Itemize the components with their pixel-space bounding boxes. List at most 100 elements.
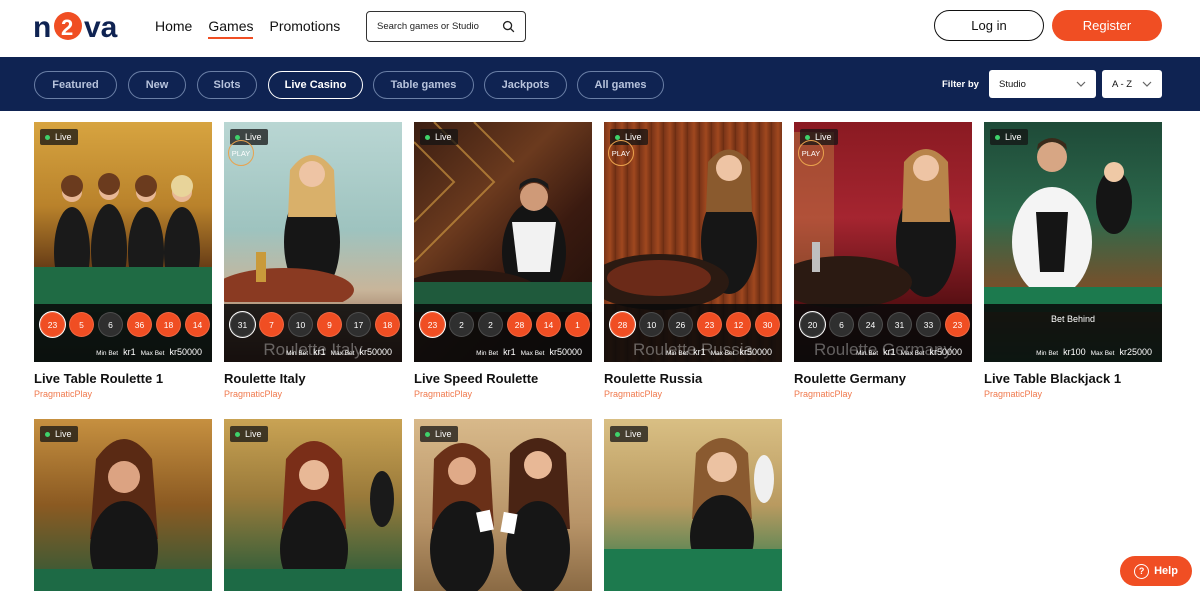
result-ball: 20 [800, 312, 825, 337]
game-thumbnail[interactable]: Live [414, 419, 592, 591]
chip-all-games[interactable]: All games [577, 71, 664, 99]
game-provider: PragmaticPlay [224, 389, 283, 399]
bet-limits: Min Bet kr1 Max Bet kr50000 [286, 347, 392, 357]
game-card[interactable]: Live Bet Behind Min Bet kr100 Max Bet kr250… [984, 122, 1162, 399]
chip-jackpots[interactable]: Jackpots [484, 71, 567, 99]
dealer-image [224, 155, 354, 302]
recent-results: 23 5 6 36 18 14 [40, 312, 210, 337]
svg-text:va: va [84, 11, 118, 44]
game-title[interactable]: Live Speed Roulette [414, 371, 592, 386]
nav-home[interactable]: Home [155, 18, 192, 39]
result-ball: 10 [288, 312, 313, 337]
chip-new[interactable]: New [128, 71, 186, 99]
result-ball: 2 [478, 312, 503, 337]
bet-limits: Min Bet kr1 Max Bet kr50000 [96, 347, 202, 357]
category-filter-bar: Featured New Slots Live Casino Table gam… [0, 57, 1200, 111]
bet-limits: Min Bet kr1 Max Bet kr50000 [476, 347, 582, 357]
chip-featured[interactable]: Featured [34, 71, 117, 99]
game-title[interactable]: Roulette Germany [794, 371, 972, 386]
nav-games[interactable]: Games [208, 18, 254, 39]
game-provider: PragmaticPlay [604, 389, 663, 399]
help-button[interactable]: ? Help [1120, 556, 1192, 586]
search-icon[interactable] [502, 20, 515, 33]
register-button[interactable]: Register [1052, 10, 1162, 41]
login-button[interactable]: Log in [934, 10, 1044, 41]
play-badge: PLAY [608, 140, 634, 166]
nova-logo[interactable]: n 2 va [33, 4, 129, 48]
play-badge: PLAY [228, 140, 254, 166]
game-card[interactable]: Live [224, 419, 402, 591]
game-info-overlay: 28 10 26 23 12 30 Roulette Russia Min Be… [604, 304, 782, 362]
game-info-overlay: 20 6 24 31 33 23 Roulette Germany Min Be… [794, 304, 972, 362]
game-card[interactable]: Live 23 5 6 36 18 14 Min Bet kr1 Max Bet kr… [34, 122, 212, 399]
result-ball: 18 [375, 312, 400, 337]
game-title[interactable]: Roulette Italy [224, 371, 402, 386]
game-provider: PragmaticPlay [34, 389, 93, 399]
result-ball: 23 [697, 312, 722, 337]
game-card[interactable]: Live 23 2 2 28 14 1 Min Bet kr1 Max Bet kr5… [414, 122, 592, 399]
game-card[interactable]: Live PLAY 20 6 24 31 33 23 Roulette Germ… [794, 122, 972, 399]
live-badge: Live [990, 129, 1028, 145]
game-provider: PragmaticPlay [984, 389, 1043, 399]
chip-table-games[interactable]: Table games [373, 71, 474, 99]
recent-results: 31 7 10 9 17 18 [230, 312, 400, 337]
chip-live-casino[interactable]: Live Casino [268, 71, 363, 99]
live-badge: Live [420, 426, 458, 442]
chevron-down-icon [1142, 81, 1152, 87]
result-ball: 23 [420, 312, 445, 337]
result-ball: 9 [317, 312, 342, 337]
help-label: Help [1154, 565, 1178, 577]
game-card[interactable]: Live [604, 419, 782, 591]
result-ball: 23 [40, 312, 65, 337]
search-input[interactable]: Search games or Studio [366, 11, 526, 42]
result-ball: 28 [507, 312, 532, 337]
result-ball: 2 [449, 312, 474, 337]
game-card[interactable]: Live [34, 419, 212, 591]
recent-results: 23 2 2 28 14 1 [420, 312, 590, 337]
game-thumbnail[interactable]: Live 23 2 2 28 14 1 Min Bet kr1 Max Bet kr5… [414, 122, 592, 362]
sort-select-value: A - Z [1112, 78, 1133, 90]
game-thumbnail[interactable]: Live [604, 419, 782, 591]
sort-select[interactable]: A - Z [1102, 70, 1162, 98]
live-badge: Live [420, 129, 458, 145]
game-title[interactable]: Live Table Blackjack 1 [984, 371, 1162, 386]
game-thumbnail[interactable]: Live Bet Behind Min Bet kr100 Max Bet kr250… [984, 122, 1162, 362]
recent-results: 28 10 26 23 12 30 [610, 312, 780, 337]
game-info-overlay: 23 2 2 28 14 1 Min Bet kr1 Max Bet kr50000 [414, 304, 592, 362]
result-ball: 18 [156, 312, 181, 337]
result-ball: 6 [829, 312, 854, 337]
result-ball: 5 [69, 312, 94, 337]
game-thumbnail[interactable]: Live [224, 419, 402, 591]
game-thumbnail[interactable]: Live PLAY 31 7 10 9 17 18 Roulette Italy… [224, 122, 402, 362]
nav-promotions[interactable]: Promotions [269, 18, 340, 39]
main-nav: Home Games Promotions [155, 18, 340, 39]
question-icon: ? [1134, 563, 1150, 579]
bet-limits: Min Bet kr1 Max Bet kr50000 [856, 347, 962, 357]
game-thumbnail[interactable]: Live [34, 419, 212, 591]
chip-slots[interactable]: Slots [197, 71, 257, 99]
result-ball: 24 [858, 312, 883, 337]
result-ball: 31 [230, 312, 255, 337]
game-title[interactable]: Roulette Russia [604, 371, 782, 386]
game-title[interactable]: Live Table Roulette 1 [34, 371, 212, 386]
game-thumbnail[interactable]: Live PLAY 28 10 26 23 12 30 Roulette Rus… [604, 122, 782, 362]
result-ball: 1 [565, 312, 590, 337]
game-thumbnail[interactable]: Live PLAY 20 6 24 31 33 23 Roulette Germ… [794, 122, 972, 362]
live-badge: Live [40, 426, 78, 442]
bet-limits: Min Bet kr1 Max Bet kr50000 [666, 347, 772, 357]
live-badge: Live [230, 426, 268, 442]
studio-select-value: Studio [999, 78, 1026, 90]
result-ball: 14 [185, 312, 210, 337]
bet-behind-label[interactable]: Bet Behind [984, 314, 1162, 324]
result-ball: 33 [916, 312, 941, 337]
play-badge: PLAY [798, 140, 824, 166]
game-thumbnail[interactable]: Live 23 5 6 36 18 14 Min Bet kr1 Max Bet kr… [34, 122, 212, 362]
game-card[interactable]: Live PLAY 28 10 26 23 12 30 Roulette Rus… [604, 122, 782, 399]
live-badge: Live [610, 426, 648, 442]
game-card[interactable]: Live [414, 419, 592, 591]
result-ball: 7 [259, 312, 284, 337]
site-header: n 2 va Home Games Promotions Search game… [0, 0, 1200, 57]
studio-select[interactable]: Studio [989, 70, 1096, 98]
dealer-image [34, 439, 212, 591]
game-card[interactable]: Live PLAY 31 7 10 9 17 18 Roulette Italy… [224, 122, 402, 399]
